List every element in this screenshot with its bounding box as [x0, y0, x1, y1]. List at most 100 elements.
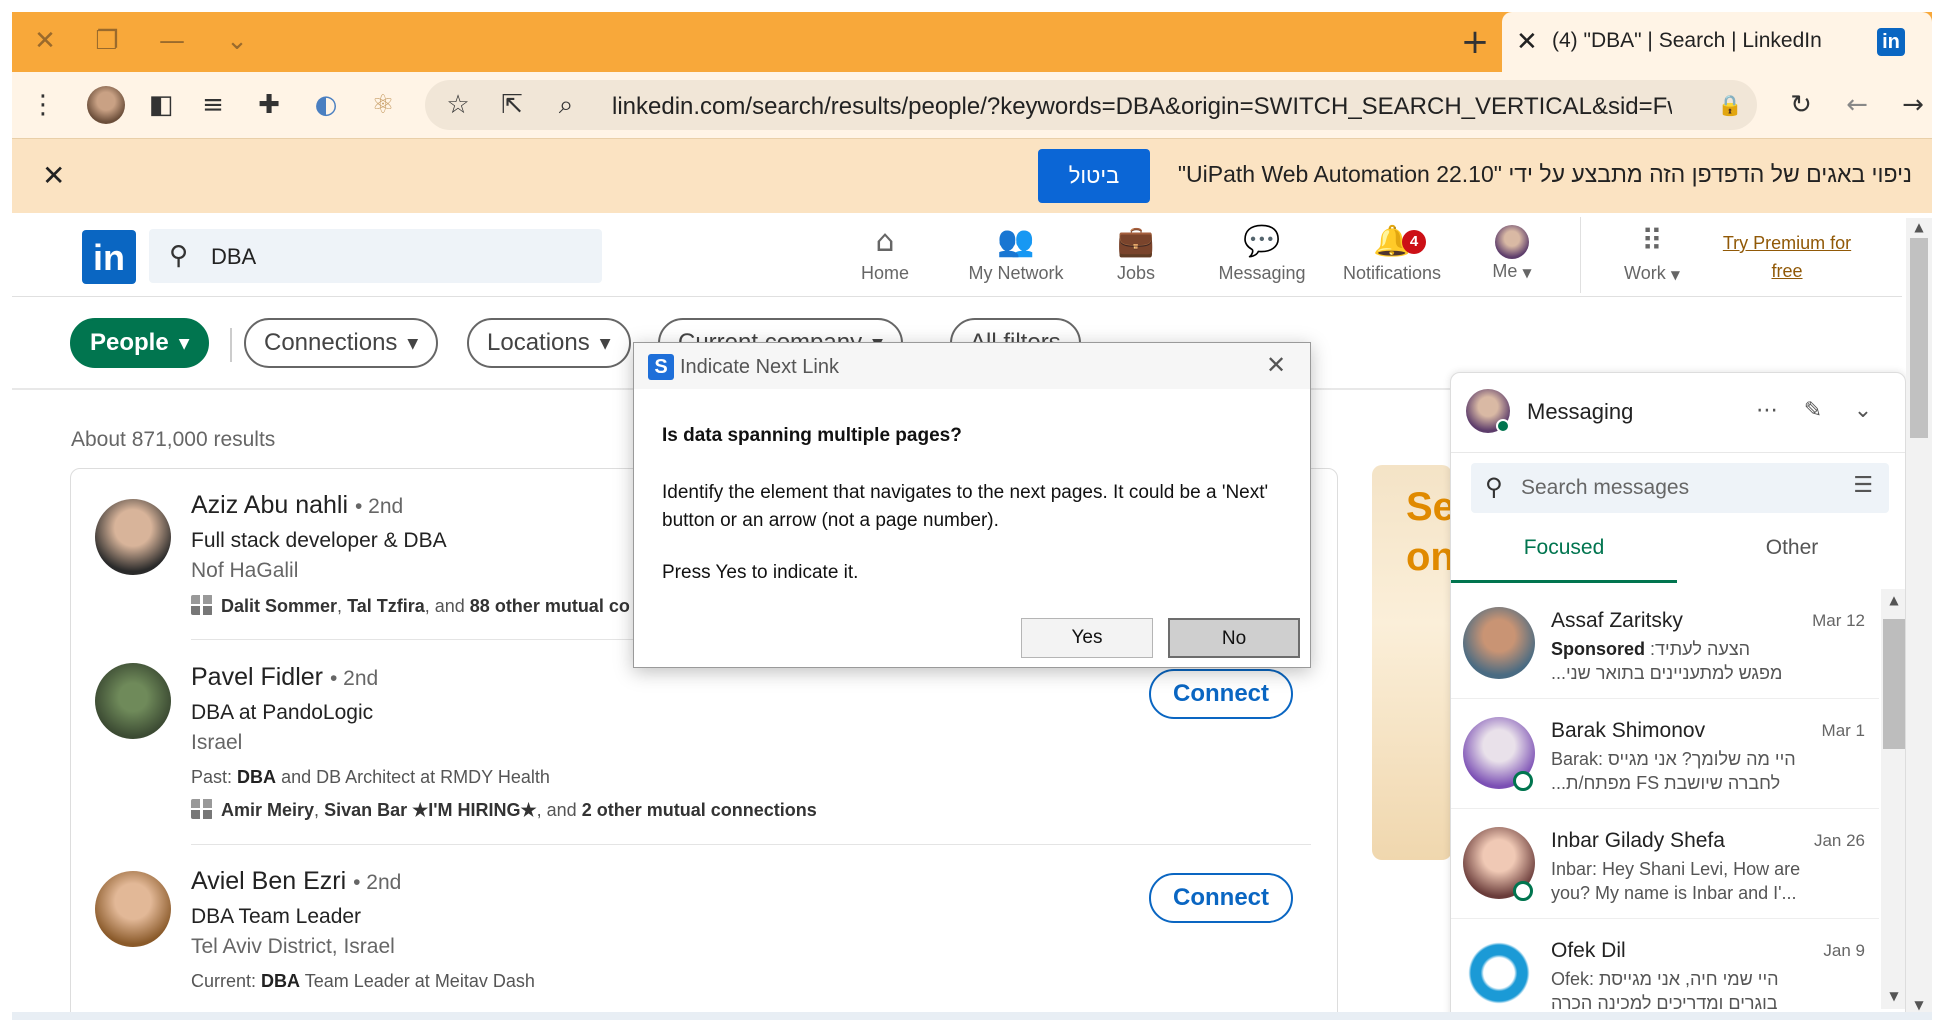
conversation-item[interactable]: Barak Shimonov Mar 1 Barak: היי מה שלומך…	[1451, 699, 1879, 809]
search-icon: ⚲	[1485, 473, 1503, 501]
messaging-search-input[interactable]: ⚲ Search messages ☰	[1471, 463, 1889, 513]
profile-avatar[interactable]	[87, 86, 125, 124]
online-status-icon	[1513, 881, 1533, 901]
search-value[interactable]: DBA	[211, 244, 256, 270]
reading-list-icon[interactable]: ≡	[194, 86, 232, 124]
nav-work[interactable]: ⠿ Work ▼	[1612, 223, 1692, 293]
result-avatar[interactable]	[95, 663, 171, 739]
connect-button[interactable]: Connect	[1149, 669, 1293, 719]
result-mutual-connections[interactable]: Dalit Sommer, Tal Tzfira, and 88 other m…	[191, 595, 630, 617]
result-past-position: Past: DBA and DB Architect at RMDY Healt…	[191, 767, 550, 787]
result-avatar[interactable]	[95, 871, 171, 947]
more-options-icon[interactable]: ⋯	[1751, 395, 1783, 427]
sidebar-ad[interactable]: Se on	[1372, 465, 1452, 860]
result-title: DBA Team Leader	[191, 905, 362, 928]
messaging-header[interactable]: Messaging ⋯ ✎ ⌄	[1451, 373, 1905, 453]
nav-me[interactable]: Me ▼	[1472, 223, 1552, 293]
forward-arrow-icon[interactable]: →	[1894, 86, 1932, 124]
share-icon[interactable]: ⇱	[493, 86, 531, 124]
nav-messaging[interactable]: 💬 Messaging	[1207, 223, 1317, 293]
browser-tab-strip: ✕ ❐ — ⌄ + ✕ (4) "DBA" | Search | LinkedI…	[12, 12, 1932, 72]
notifications-badge: 4	[1402, 230, 1426, 254]
zoom-search-icon[interactable]: ⌕	[547, 86, 585, 124]
scroll-down-arrow-icon[interactable]: ▼	[1885, 989, 1903, 1003]
messaging-title: Messaging	[1527, 399, 1634, 424]
filter-connections[interactable]: Connections ▼	[244, 318, 439, 368]
nav-home-label: Home	[860, 263, 909, 283]
page-scrollbar[interactable]: ▲ ▼	[1906, 218, 1932, 1015]
nav-divider	[1580, 217, 1581, 293]
reload-icon[interactable]: ↻	[1782, 86, 1820, 124]
filter-people[interactable]: People ▼	[70, 318, 210, 368]
conversation-item[interactable]: Ofek Dil Jan 9 Ofek: היי שמי חיה, אני מג…	[1451, 919, 1879, 1020]
collapse-chevron-icon[interactable]: ⌄	[1847, 395, 1879, 427]
nav-notifications[interactable]: 🔔 Notifications 4	[1332, 223, 1452, 293]
debugging-infobar: ✕ ביטול ניפוי באגים של הדפדפן הזה מתבצע …	[12, 138, 1932, 213]
yes-button[interactable]: Yes	[1021, 618, 1153, 658]
infobar-cancel-button[interactable]: ביטול	[1038, 149, 1150, 203]
result-name[interactable]: Aziz Abu nahli • 2nd	[191, 491, 403, 520]
conversation-item[interactable]: Inbar Gilady Shefa Jan 26 Inbar: Hey Sha…	[1451, 809, 1879, 919]
dialog-titlebar[interactable]: S Indicate Next Link ✕	[634, 343, 1310, 389]
filter-sliders-icon[interactable]: ☰	[1853, 473, 1873, 498]
tab-other[interactable]: Other	[1679, 523, 1905, 583]
filter-locations[interactable]: Locations ▼	[467, 318, 631, 368]
close-window-icon[interactable]: ✕	[30, 26, 60, 56]
nav-work-label: Work ▼	[1624, 263, 1680, 283]
extension-orb-icon[interactable]: ◐	[307, 86, 345, 124]
nav-my-network[interactable]: 👥 My Network	[948, 223, 1084, 293]
try-premium-link[interactable]: Try Premium for free	[1712, 229, 1862, 285]
screen: ✕ ❐ — ⌄ + ✕ (4) "DBA" | Search | LinkedI…	[0, 0, 1944, 1020]
messaging-scrollbar[interactable]: ▲ ▼	[1881, 589, 1905, 1009]
address-bar[interactable]: ☆ ⇱ ⌕ linkedin.com/search/results/people…	[425, 80, 1757, 130]
nav-jobs[interactable]: 💼 Jobs	[1081, 223, 1191, 293]
connect-button[interactable]: Connect	[1149, 873, 1293, 923]
conversation-avatar	[1463, 607, 1535, 679]
infobar-message: ניפוי באגים של הדפדפן הזה מתבצע על ידי "…	[1177, 161, 1912, 187]
scroll-up-arrow-icon[interactable]: ▲	[1885, 593, 1903, 607]
linkedin-logo[interactable]: in	[82, 230, 136, 284]
result-name[interactable]: Aviel Ben Ezri • 2nd	[191, 867, 401, 896]
conversation-snippet-1: Barak: היי מה שלומך? אני מגייס	[1551, 749, 1796, 769]
restore-window-icon[interactable]: ❐	[92, 26, 122, 56]
extensions-icon[interactable]: ✚	[250, 86, 288, 124]
network-icon: 👥	[997, 224, 1035, 259]
nav-messaging-label: Messaging	[1218, 263, 1306, 283]
back-arrow-icon[interactable]: ←	[1838, 86, 1876, 124]
bookmark-star-icon[interactable]: ☆	[439, 86, 477, 124]
result-name[interactable]: Pavel Fidler • 2nd	[191, 663, 378, 692]
active-tab[interactable]: ✕ (4) "DBA" | Search | LinkedIn in	[1502, 12, 1932, 72]
conversation-snippet-2: מפגש למתעניינים בתואר שני...	[1551, 663, 1783, 683]
result-avatar[interactable]	[95, 499, 171, 575]
result-title: DBA at PandoLogic	[191, 701, 374, 724]
premium-line-2: free	[1771, 261, 1803, 281]
tab-focused[interactable]: Focused	[1451, 523, 1677, 583]
conversation-snippet-1: Ofek: היי שמי חיה, אני מגייסת	[1551, 969, 1779, 989]
no-button[interactable]: No	[1168, 618, 1300, 658]
result-mutual-connections[interactable]: Amir Meiry, Sivan Bar ★I'M HIRING★, and …	[191, 799, 817, 821]
nav-my-network-label: My Network	[968, 263, 1064, 283]
new-tab-button[interactable]: +	[1455, 22, 1495, 62]
url-text[interactable]: linkedin.com/search/results/people/?keyw…	[612, 93, 1672, 121]
result-location: Nof HaGalil	[191, 559, 299, 582]
infobar-close-icon[interactable]: ✕	[42, 159, 65, 192]
browser-menu-icon[interactable]: ⋮	[24, 86, 62, 124]
scroll-down-arrow-icon[interactable]: ▼	[1910, 998, 1928, 1012]
scrollbar-thumb[interactable]	[1910, 238, 1928, 438]
conversation-item[interactable]: Assaf Zaritsky Mar 12 Sponsored :הצעה לע…	[1451, 589, 1879, 699]
tab-search-chevron-icon[interactable]: ⌄	[222, 26, 252, 56]
dialog-close-icon[interactable]: ✕	[1266, 351, 1286, 379]
scroll-up-arrow-icon[interactable]: ▲	[1910, 220, 1928, 234]
global-search-input[interactable]: ⚲ DBA	[149, 229, 602, 283]
home-icon: ⌂	[875, 224, 895, 259]
compose-icon[interactable]: ✎	[1797, 395, 1829, 427]
scrollbar-thumb[interactable]	[1883, 619, 1905, 749]
side-panel-icon[interactable]: ◧	[142, 86, 180, 124]
mutual-connections-icon	[191, 595, 213, 615]
react-devtools-icon[interactable]: ⚛	[364, 86, 402, 124]
lock-icon[interactable]: 🔒	[1711, 86, 1749, 124]
close-tab-icon[interactable]: ✕	[1516, 27, 1538, 57]
messaging-panel: Messaging ⋯ ✎ ⌄ ⚲ Search messages ☰ Focu…	[1450, 372, 1906, 1020]
nav-home[interactable]: ⌂ Home	[830, 223, 940, 293]
minimize-window-icon[interactable]: —	[157, 26, 187, 56]
